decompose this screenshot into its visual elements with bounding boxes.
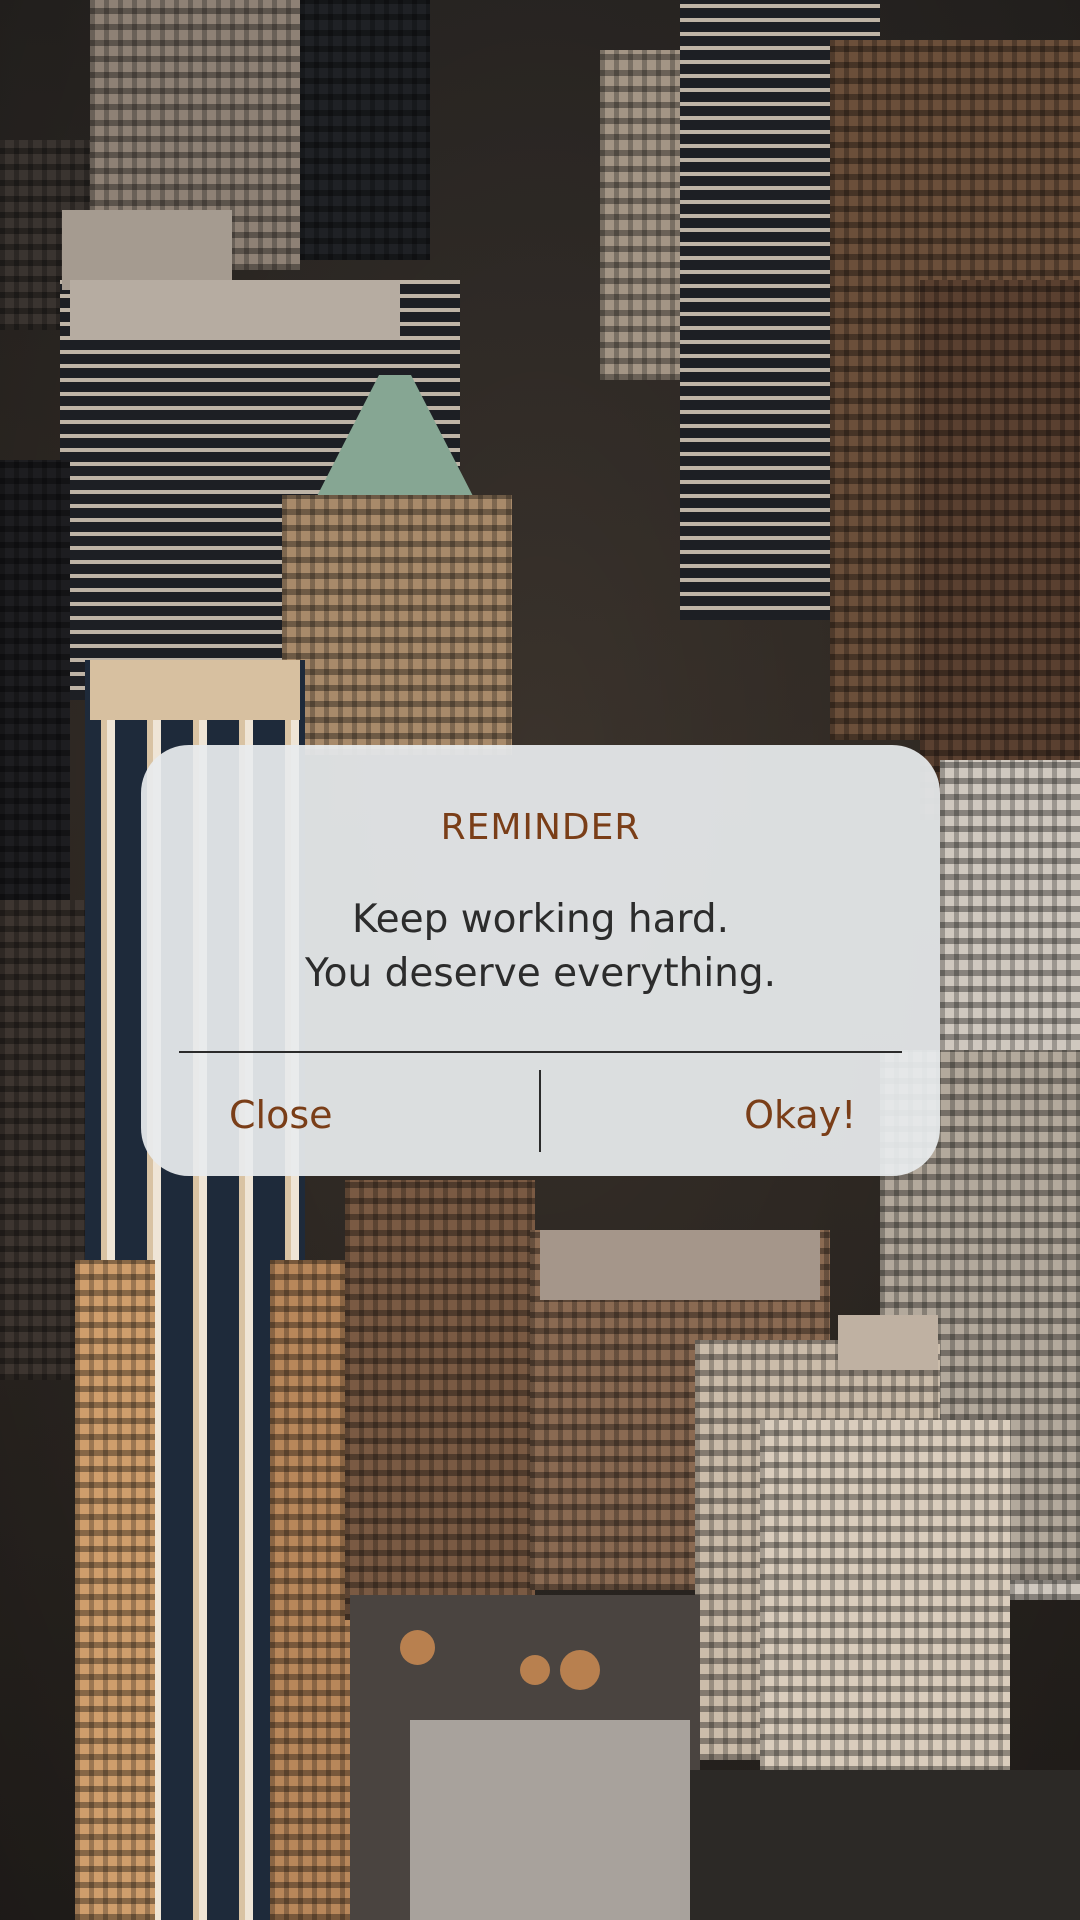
dialog-divider — [179, 1051, 902, 1053]
building-roof — [410, 1720, 690, 1920]
building — [0, 460, 70, 900]
dialog-title: REMINDER — [440, 807, 641, 848]
building — [920, 280, 1080, 820]
building-roof — [70, 280, 400, 340]
building-top — [90, 660, 300, 720]
okay-button[interactable]: Okay! — [541, 1075, 941, 1155]
building-roof — [62, 210, 232, 290]
dialog-message: Keep working hard. You deserve everythin… — [141, 893, 940, 1001]
water-tank — [560, 1650, 600, 1690]
building-roof — [838, 1315, 938, 1370]
building — [282, 495, 512, 755]
water-tank — [520, 1655, 550, 1685]
water-tank — [400, 1630, 435, 1665]
close-button-label: Close — [228, 1093, 333, 1137]
building — [345, 1180, 535, 1620]
building — [600, 50, 680, 380]
dialog-actions: Close Okay! — [141, 1070, 941, 1155]
building — [690, 1770, 1080, 1920]
building-roof — [540, 1230, 820, 1300]
dialog-message-line-1: Keep working hard. — [352, 897, 729, 942]
dialog-message-line-2: You deserve everything. — [304, 951, 777, 996]
okay-button-label: Okay! — [744, 1093, 857, 1137]
building — [75, 1260, 155, 1920]
reminder-dialog: REMINDER Keep working hard. You deserve … — [141, 745, 940, 1176]
close-button[interactable]: Close — [141, 1075, 541, 1155]
building — [300, 0, 430, 260]
